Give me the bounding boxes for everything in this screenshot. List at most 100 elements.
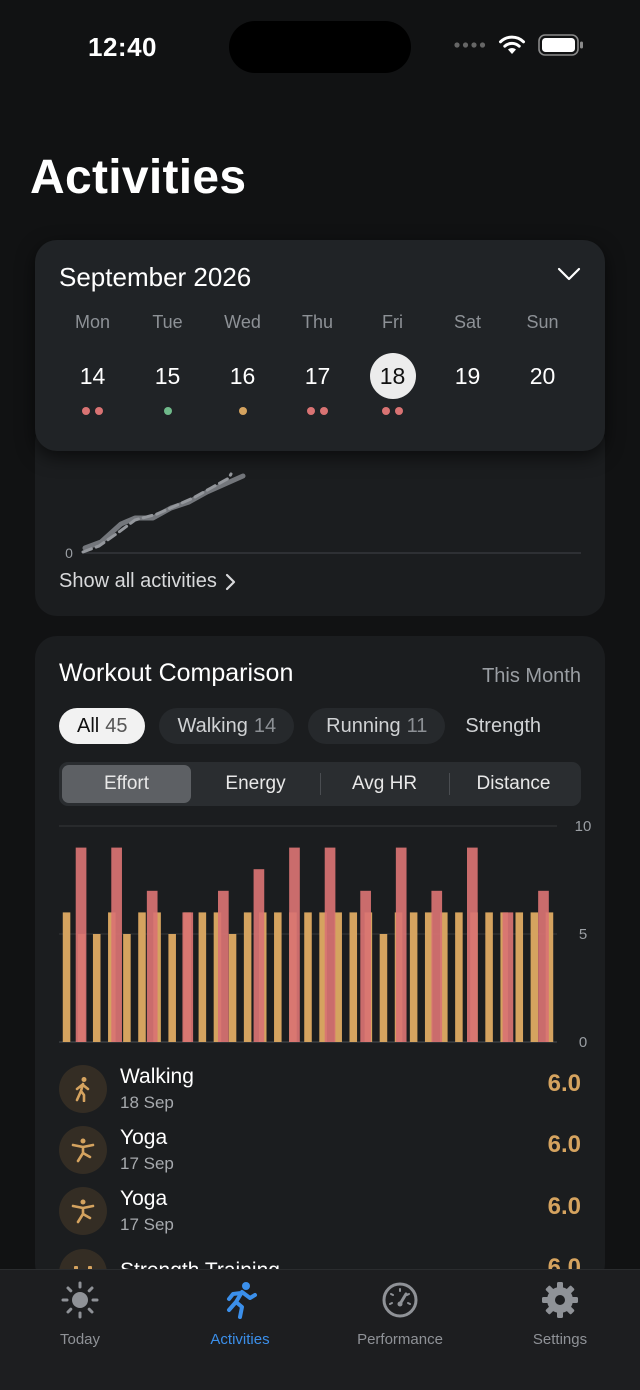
calendar-day-name: Sun	[526, 312, 559, 332]
calendar-day-name: Thu	[301, 312, 334, 332]
bar-effort	[198, 912, 207, 1042]
activity-name: Walking	[120, 1064, 194, 1088]
y-tick-label: 5	[579, 926, 587, 943]
workout-comparison-title: Workout Comparison	[59, 659, 294, 687]
status-icons	[454, 34, 584, 56]
segment-avg-hr[interactable]: Avg HR	[320, 765, 449, 803]
bar-effort-high	[538, 890, 549, 1042]
bar-effort-high	[218, 890, 229, 1042]
battery-icon	[538, 34, 583, 56]
filter-all[interactable]: All 45	[59, 708, 146, 744]
activity-dot	[238, 407, 247, 415]
calendar-day-number: 15	[154, 363, 181, 389]
show-all-activities-link[interactable]: Show all activities	[59, 570, 237, 593]
bar-effort	[123, 934, 131, 1042]
bar-effort-high	[75, 847, 87, 1042]
calendar-month[interactable]: September 2026	[59, 262, 251, 293]
bar-effort	[485, 912, 493, 1042]
calendar-day-number-selected: 18	[369, 353, 416, 399]
calendar-day-number: 19	[454, 363, 481, 389]
bar-effort	[515, 912, 524, 1042]
calendar-activity-dots	[205, 407, 280, 421]
activity-dot	[82, 407, 90, 415]
bar-effort-high	[289, 847, 300, 1042]
activity-dot	[382, 407, 390, 415]
walking-icon	[59, 1064, 107, 1113]
bar-effort-high	[467, 847, 478, 1042]
signal-icon	[454, 42, 486, 48]
calendar-activity-dots	[55, 407, 130, 421]
running-icon	[227, 1282, 257, 1319]
chevron-right-icon	[225, 573, 235, 590]
wifi-icon	[499, 35, 525, 54]
activity-row[interactable]: Walking 18 Sep 6.0	[59, 1058, 581, 1119]
period-selector[interactable]: This Month	[482, 665, 581, 688]
bar-effort-high	[253, 869, 265, 1042]
activity-row[interactable]: Yoga 17 Sep 6.0	[59, 1119, 581, 1180]
activity-date: 18 Sep	[120, 1092, 174, 1112]
filter-running[interactable]: Running 11	[308, 708, 446, 744]
calendar-card: September 2026 Mon 14 Tue 15 Wed 16 Thu 17 Fri 18…	[35, 240, 605, 451]
activity-dot	[163, 407, 172, 415]
calendar-day-name: Sat	[453, 312, 482, 332]
sun-icon	[61, 1281, 99, 1319]
calendar-day-name: Fri	[382, 312, 403, 332]
y-tick-label: 0	[579, 1034, 587, 1051]
calendar-day-17[interactable]: Thu 17	[280, 312, 355, 421]
activity-date: 17 Sep	[120, 1215, 174, 1235]
activity-row[interactable]: Yoga 17 Sep 6.0	[59, 1181, 581, 1242]
tab-today[interactable]: Today	[0, 1270, 160, 1390]
bar-effort	[455, 912, 463, 1042]
activity-text: Walking 18 Sep	[120, 1065, 194, 1113]
tab-performance[interactable]: Performance	[320, 1270, 480, 1390]
activity-list: Walking 18 Sep 6.0 Yoga 17 Sep 6.0 Yoga 17 Sep 6…	[59, 1058, 581, 1303]
activity-dot	[320, 407, 328, 415]
chevron-down-icon[interactable]	[557, 266, 581, 282]
activity-dot	[395, 407, 403, 415]
activity-text: Yoga 17 Sep	[120, 1187, 174, 1235]
calendar-activity-dots	[430, 407, 505, 421]
show-all-label: Show all activities	[59, 570, 217, 592]
calendar-day-14[interactable]: Mon 14	[55, 312, 130, 421]
metric-segmented-control: Effort Energy Avg HR Distance	[59, 762, 581, 806]
activity-filters: All 45 Walking 14 Running 11 Strength	[59, 708, 605, 744]
calendar-day-19[interactable]: Sat 19	[430, 312, 505, 421]
bar-effort	[274, 912, 282, 1042]
tab-today-label: Today	[59, 1331, 101, 1348]
calendar-day-18[interactable]: Fri 18	[355, 312, 430, 421]
activity-effort-value: 6.0	[547, 1192, 581, 1220]
filter-walking-label: Walking	[177, 715, 248, 737]
calendar-activity-dots	[505, 407, 580, 421]
status-time: 12:40	[88, 32, 157, 62]
activity-dot	[95, 407, 103, 415]
filter-walking[interactable]: Walking 14	[159, 708, 295, 744]
segment-distance[interactable]: Distance	[449, 765, 578, 803]
calendar-activity-dots	[355, 407, 430, 421]
bar-effort-high	[324, 847, 336, 1042]
filter-strength[interactable]: Strength	[459, 708, 541, 744]
calendar-day-20[interactable]: Sun 20	[505, 312, 580, 421]
tab-activities-label: Activities	[210, 1331, 270, 1348]
calendar-day-number: 16	[229, 363, 256, 389]
tab-activities[interactable]: Activities	[160, 1270, 320, 1390]
dynamic-island	[229, 21, 411, 73]
calendar-activity-dots	[280, 407, 355, 421]
y-tick-label: 10	[575, 818, 592, 835]
bar-effort	[530, 912, 539, 1042]
filter-all-count: 45	[105, 715, 128, 737]
calendar-day-number: 20	[529, 363, 556, 389]
tab-settings[interactable]: Settings	[480, 1270, 640, 1390]
segment-effort[interactable]: Effort	[62, 765, 191, 803]
yoga-icon	[59, 1125, 107, 1174]
bar-effort-high	[182, 912, 194, 1042]
bar-effort	[409, 912, 418, 1042]
calendar-day-16[interactable]: Wed 16	[205, 312, 280, 421]
activity-effort-value: 6.0	[547, 1131, 581, 1159]
status-bar: 12:40	[0, 0, 640, 90]
calendar-day-15[interactable]: Tue 15	[130, 312, 205, 421]
activity-name: Yoga	[120, 1187, 168, 1211]
bar-effort	[92, 934, 101, 1042]
bar-effort	[424, 912, 433, 1042]
segment-energy[interactable]: Energy	[191, 765, 320, 803]
bar-effort-high	[395, 847, 407, 1042]
